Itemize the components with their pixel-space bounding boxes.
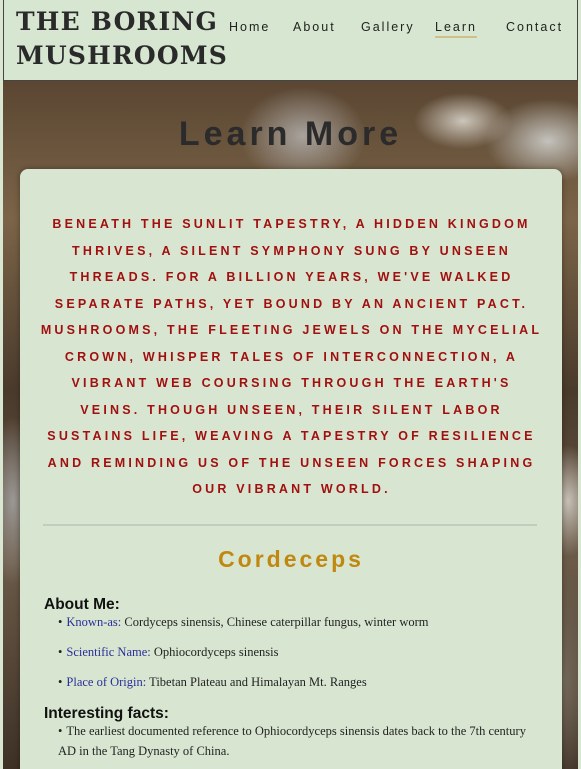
bullet-icon: • xyxy=(58,724,63,738)
content-card: Beneath the sunlit tapestry, a hidden ki… xyxy=(20,169,562,769)
fact-key: Place of Origin: xyxy=(66,675,147,689)
bullet-icon: • xyxy=(58,675,63,689)
nav-about[interactable]: About xyxy=(293,20,336,36)
species-title: Cordeceps xyxy=(218,546,364,572)
site-header: THE BORING MUSHROOMS Home About Gallery … xyxy=(3,0,578,81)
fact-value: Ophiocordyceps sinensis xyxy=(150,645,279,659)
intro-paragraph: Beneath the sunlit tapestry, a hidden ki… xyxy=(40,217,543,496)
fact-key: Known-as: xyxy=(66,615,122,629)
fact-text: The earliest documented reference to Oph… xyxy=(58,724,526,758)
fact-value: Cordyceps sinensis, Chinese caterpillar … xyxy=(121,615,429,629)
bullet-icon: • xyxy=(58,645,63,659)
list-item: • Scientific Name: Ophiocordyceps sinensi… xyxy=(58,642,538,662)
fact-key: Scientific Name: xyxy=(66,645,151,659)
hero-background: Learn More Beneath the sunlit tapestry, … xyxy=(3,81,578,769)
nav-learn[interactable]: Learn xyxy=(435,20,477,38)
nav-home[interactable]: Home xyxy=(229,20,270,36)
fact-value: Tibetan Plateau and Himalayan Mt. Ranges xyxy=(146,675,367,689)
section-divider xyxy=(43,524,537,526)
nav-contact[interactable]: Contact xyxy=(506,20,563,36)
nav-gallery[interactable]: Gallery xyxy=(361,20,415,36)
list-item: • The earliest documented reference to Op… xyxy=(58,721,538,761)
list-item: • Known-as: Cordyceps sinensis, Chinese c… xyxy=(58,612,538,632)
bullet-icon: • xyxy=(58,615,63,629)
site-logo[interactable]: THE BORING MUSHROOMS xyxy=(16,5,228,73)
page-title: Learn More xyxy=(178,115,403,153)
list-item: • Place of Origin: Tibetan Plateau and Hi… xyxy=(58,672,538,692)
